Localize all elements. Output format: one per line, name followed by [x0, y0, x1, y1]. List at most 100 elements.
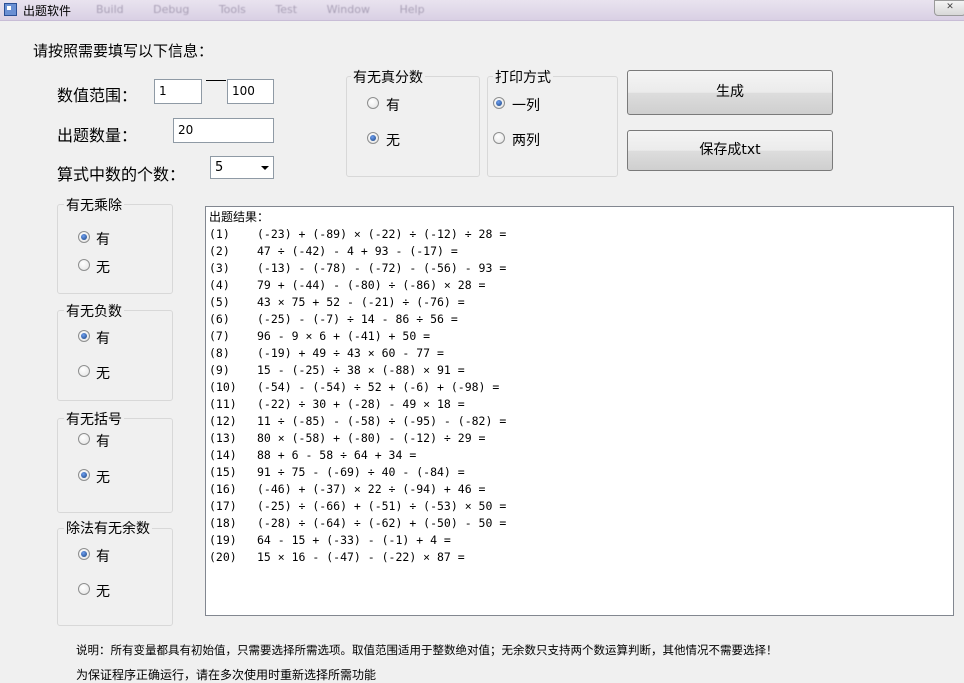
operands-value: 5 — [215, 160, 224, 175]
result-line: (7) 96 - 9 × 6 + (-41) + 50 = — [209, 328, 950, 345]
result-line-number: (11) — [209, 397, 237, 411]
multiply-divide-group — [57, 204, 173, 294]
multiply-divide-yes-label: 有 — [96, 232, 110, 248]
result-line-expression: (-28) ÷ (-64) ÷ (-62) + (-50) - 50 = — [257, 516, 507, 530]
result-line-expression: 80 × (-58) + (-80) - (-12) ÷ 29 = — [257, 431, 486, 445]
close-button[interactable]: ✕ — [934, 0, 964, 16]
result-lines: (1) (-23) + (-89) × (-22) ÷ (-12) ÷ 28 = (… — [209, 226, 950, 566]
operands-label: 算式中数的个数： — [57, 165, 186, 184]
result-line-expression: (-23) + (-89) × (-22) ÷ (-12) ÷ 28 = — [257, 227, 507, 241]
result-line-expression: (-46) + (-37) × 22 ÷ (-94) + 46 = — [257, 482, 486, 496]
result-line-number: (18) — [209, 516, 237, 530]
menu-item-help[interactable]: Help — [399, 3, 424, 16]
result-line-number: (1) — [209, 227, 230, 241]
result-line: (14) 88 + 6 - 58 ÷ 64 + 34 = — [209, 447, 950, 464]
result-line-expression: (-13) - (-78) - (-72) - (-56) - 93 = — [257, 261, 507, 275]
brackets-no-radio[interactable] — [78, 469, 90, 481]
brackets-no-label: 无 — [96, 470, 110, 486]
result-textarea[interactable]: 出题结果： (1) (-23) + (-89) × (-22) ÷ (-12) ÷… — [205, 206, 954, 616]
fraction-yes-radio[interactable] — [367, 97, 379, 109]
result-line-expression: (-19) + 49 ÷ 43 × 60 - 77 = — [257, 346, 444, 360]
result-line-expression: 64 - 15 + (-33) - (-1) + 4 = — [257, 533, 451, 547]
result-line-number: (5) — [209, 295, 230, 309]
result-line-number: (15) — [209, 465, 237, 479]
result-line: (20) 15 × 16 - (-47) - (-22) × 87 = — [209, 549, 950, 566]
multiply-divide-yes-radio[interactable] — [78, 231, 90, 243]
print-two-column-radio[interactable] — [493, 132, 505, 144]
range-dash — [206, 80, 226, 81]
save-txt-button[interactable]: 保存成txt — [627, 130, 833, 171]
result-line-number: (14) — [209, 448, 237, 462]
operands-select[interactable]: 5 — [210, 156, 274, 179]
result-line-number: (3) — [209, 261, 230, 275]
chevron-down-icon — [261, 166, 269, 170]
print-mode-group — [487, 76, 618, 177]
remainder-group — [57, 528, 173, 626]
result-line: (19) 64 - 15 + (-33) - (-1) + 4 = — [209, 532, 950, 549]
brackets-yes-label: 有 — [96, 434, 110, 450]
result-line-expression: 96 - 9 × 6 + (-41) + 50 = — [257, 329, 431, 343]
fraction-no-radio[interactable] — [367, 132, 379, 144]
menu-item-build[interactable]: Build — [96, 3, 124, 16]
result-line-expression: 43 × 75 + 52 - (-21) ÷ (-76) = — [257, 295, 465, 309]
result-line-number: (19) — [209, 533, 237, 547]
menu-item-debug[interactable]: Debug — [153, 3, 189, 16]
result-title: 出题结果： — [209, 210, 270, 224]
result-line: (18) (-28) ÷ (-64) ÷ (-62) + (-50) - 50 = — [209, 515, 950, 532]
multiply-divide-no-label: 无 — [96, 260, 110, 276]
result-line-expression: 47 ÷ (-42) - 4 + 93 - (-17) = — [257, 244, 458, 258]
negative-yes-radio[interactable] — [78, 330, 90, 342]
result-line-expression: 15 - (-25) ÷ 38 × (-88) × 91 = — [257, 363, 465, 377]
result-line-number: (9) — [209, 363, 230, 377]
remainder-no-label: 无 — [96, 584, 110, 600]
negative-group — [57, 310, 173, 401]
remainder-group-title: 除法有无余数 — [64, 518, 152, 538]
negative-no-radio[interactable] — [78, 365, 90, 377]
result-line: (9) 15 - (-25) ÷ 38 × (-88) × 91 = — [209, 362, 950, 379]
result-line: (12) 11 ÷ (-85) - (-58) ÷ (-95) - (-82) = — [209, 413, 950, 430]
menu-item-tools[interactable]: Tools — [219, 3, 246, 16]
result-line: (17) (-25) ÷ (-66) + (-51) ÷ (-53) × 50 = — [209, 498, 950, 515]
result-line-number: (20) — [209, 550, 237, 564]
brackets-group — [57, 418, 173, 513]
result-line: (15) 91 ÷ 75 - (-69) ÷ 40 - (-84) = — [209, 464, 950, 481]
range-min-input[interactable]: 1 — [154, 79, 202, 104]
menu-item-test[interactable]: Test — [275, 3, 297, 16]
note-line-2: 为保证程序正确运行，请在多次使用时重新选择所需功能 — [76, 668, 377, 682]
result-line-expression: (-22) ÷ 30 + (-28) - 49 × 18 = — [257, 397, 465, 411]
result-line-number: (2) — [209, 244, 230, 258]
title-bar: 出题软件 Build Debug Tools Test Window Help … — [0, 0, 964, 21]
result-line: (11) (-22) ÷ 30 + (-28) - 49 × 18 = — [209, 396, 950, 413]
brackets-yes-radio[interactable] — [78, 433, 90, 445]
menu-item-window[interactable]: Window — [327, 3, 370, 16]
result-line: (10) (-54) - (-54) ÷ 52 + (-6) + (-98) = — [209, 379, 950, 396]
window-title: 出题软件 — [23, 4, 72, 18]
result-line-expression: 88 + 6 - 58 ÷ 64 + 34 = — [257, 448, 417, 462]
result-line-expression: (-54) - (-54) ÷ 52 + (-6) + (-98) = — [257, 380, 500, 394]
result-line-number: (13) — [209, 431, 237, 445]
generate-button[interactable]: 生成 — [627, 70, 833, 115]
result-line-number: (10) — [209, 380, 237, 394]
result-line-expression: 15 × 16 - (-47) - (-22) × 87 = — [257, 550, 465, 564]
remainder-yes-label: 有 — [96, 549, 110, 565]
remainder-yes-radio[interactable] — [78, 548, 90, 560]
intro-text: 请按照需要填写以下信息： — [33, 42, 214, 60]
range-label: 数值范围： — [57, 86, 138, 105]
result-line-number: (7) — [209, 329, 230, 343]
result-line-number: (16) — [209, 482, 237, 496]
print-two-column-label: 两列 — [512, 133, 540, 149]
result-line-number: (12) — [209, 414, 237, 428]
result-line: (3) (-13) - (-78) - (-72) - (-56) - 93 = — [209, 260, 950, 277]
count-input[interactable]: 20 — [173, 118, 274, 143]
range-max-input[interactable]: 100 — [227, 79, 274, 104]
multiply-divide-no-radio[interactable] — [78, 259, 90, 271]
negative-no-label: 无 — [96, 366, 110, 382]
result-line: (2) 47 ÷ (-42) - 4 + 93 - (-17) = — [209, 243, 950, 260]
menu-bar: Build Debug Tools Test Window Help — [96, 3, 451, 16]
fraction-group-title: 有无真分数 — [351, 67, 425, 87]
remainder-no-radio[interactable] — [78, 583, 90, 595]
print-one-column-radio[interactable] — [493, 97, 505, 109]
print-mode-group-title: 打印方式 — [493, 67, 553, 87]
fraction-yes-label: 有 — [386, 98, 400, 114]
result-line: (5) 43 × 75 + 52 - (-21) ÷ (-76) = — [209, 294, 950, 311]
